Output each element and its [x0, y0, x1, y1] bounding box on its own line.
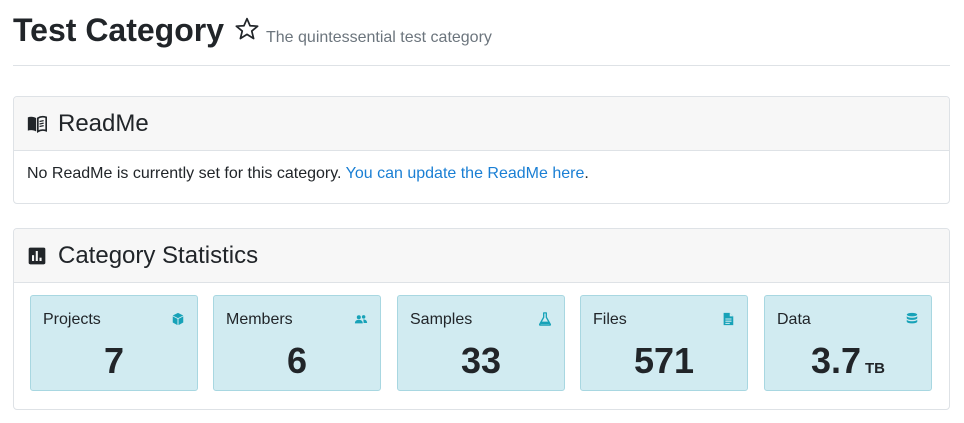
stat-value: 571 [581, 340, 747, 382]
statistics-card-header: Category Statistics [14, 229, 949, 283]
page-subtitle: The quintessential test category [266, 29, 492, 46]
page-title: Test Category [13, 12, 225, 48]
stat-number: 33 [460, 340, 502, 381]
stat-number: 7 [103, 340, 125, 381]
stat-label: Files [593, 311, 627, 328]
category-statistics-card: Category Statistics Projects 7 Members 6… [13, 228, 950, 410]
flask-icon [538, 312, 552, 326]
star-outline-icon[interactable] [234, 16, 260, 42]
stat-tile-files[interactable]: Files 571 [580, 295, 748, 391]
readme-message: No ReadMe is currently set for this cate… [27, 165, 589, 183]
readme-title: ReadMe [58, 110, 149, 137]
stat-tile-data[interactable]: Data 3.7 TB [764, 295, 932, 391]
stat-tile-samples[interactable]: Samples 33 [397, 295, 565, 391]
book-open-icon [27, 115, 47, 134]
file-icon [723, 312, 734, 326]
stat-value: 6 [214, 340, 380, 382]
stat-value: 33 [398, 340, 564, 382]
stat-label: Data [777, 311, 811, 328]
stat-tile-projects[interactable]: Projects 7 [30, 295, 198, 391]
stat-value: 7 [31, 340, 197, 382]
stat-tile-members[interactable]: Members 6 [213, 295, 381, 391]
users-icon [354, 315, 368, 324]
stat-label: Projects [43, 311, 101, 328]
database-icon [906, 312, 918, 324]
update-readme-link[interactable]: You can update the ReadMe here [346, 165, 585, 182]
readme-card: ReadMe No ReadMe is currently set for th… [13, 96, 950, 204]
stat-number: 3.7 [810, 340, 862, 381]
stat-number: 571 [633, 340, 695, 381]
bar-chart-icon [28, 247, 46, 265]
cube-icon [172, 312, 184, 326]
readme-text: No ReadMe is currently set for this cate… [27, 165, 342, 182]
stat-label: Members [226, 311, 293, 328]
stat-label: Samples [410, 311, 473, 328]
readme-trailing: . [584, 165, 589, 182]
stat-unit: TB [865, 360, 886, 377]
stat-value: 3.7 TB [765, 340, 931, 382]
readme-card-header: ReadMe [14, 97, 949, 151]
stat-number: 6 [286, 340, 308, 381]
page-header: Test Category The quintessential test ca… [13, 0, 950, 66]
statistics-title: Category Statistics [58, 242, 259, 269]
